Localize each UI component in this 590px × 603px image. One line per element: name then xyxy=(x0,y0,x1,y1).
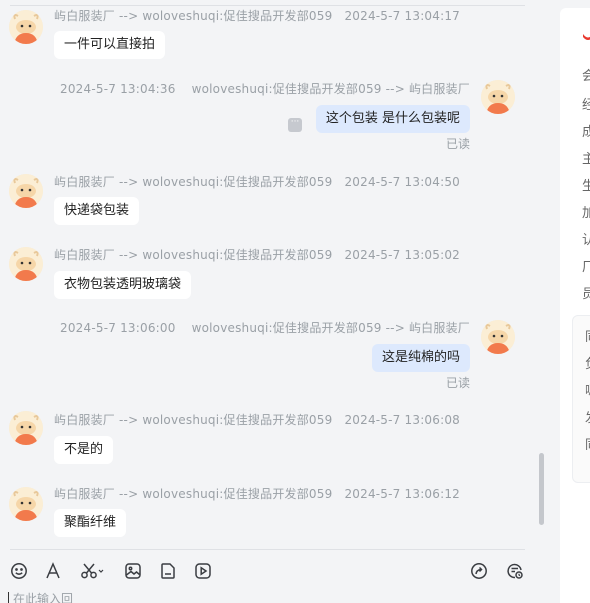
chat-pane: 屿白服装厂 --> woloveshuqi:促佳搜品开发部059 2024-5-7… xyxy=(0,0,546,603)
avatar[interactable] xyxy=(9,174,43,208)
avatar[interactable] xyxy=(9,247,43,281)
panel-card-item: 同 xyxy=(585,434,590,453)
avatar[interactable] xyxy=(9,10,43,44)
image-icon[interactable] xyxy=(123,561,143,581)
message-meta: 屿白服装厂 --> woloveshuqi:促佳搜品开发部059 2024-5-7… xyxy=(54,9,461,23)
panel-item: 厂 xyxy=(582,260,590,275)
panel-item: 生 xyxy=(582,179,590,194)
share-icon[interactable] xyxy=(469,561,489,581)
message-bubble[interactable]: 这个包装 是什么包装呢 xyxy=(315,105,470,133)
panel-card-item: 嗯 xyxy=(585,380,590,399)
scrollbar-thumb[interactable] xyxy=(539,453,544,525)
font-icon[interactable] xyxy=(43,561,63,581)
message-input[interactable]: 在此输入回 xyxy=(8,592,528,603)
panel-item: 成 xyxy=(582,125,590,140)
message-bubble[interactable]: 聚酯纤维 xyxy=(54,509,127,537)
avatar[interactable] xyxy=(9,487,43,521)
avatar[interactable] xyxy=(9,411,43,445)
panel-item: 主 xyxy=(582,152,590,167)
message-bubble[interactable]: 这是纯棉的吗 xyxy=(371,344,470,372)
read-status: 已读 xyxy=(445,137,470,151)
right-info-panel: 会 经 成 主 生 加 认 厂 员 同 负 嗯 发 同 xyxy=(560,8,590,603)
input-divider xyxy=(10,549,525,550)
video-icon[interactable] xyxy=(193,561,213,581)
file-icon[interactable] xyxy=(158,561,178,581)
message-bubble[interactable]: 快递袋包装 xyxy=(54,197,140,225)
message-bubble[interactable]: 一件可以直接拍 xyxy=(54,31,166,59)
message-meta: 屿白服装厂 --> woloveshuqi:促佳搜品开发部059 2024-5-7… xyxy=(54,175,461,189)
emoji-icon[interactable] xyxy=(9,561,29,581)
panel-card-item: 同 xyxy=(585,326,590,345)
message-meta: 屿白服装厂 --> woloveshuqi:促佳搜品开发部059 2024-5-7… xyxy=(54,248,461,262)
more-icon[interactable]: ··· xyxy=(288,118,302,132)
message-meta: 2024-5-7 13:04:36 woloveshuqi:促佳搜品开发部059 … xyxy=(59,82,470,96)
brand-logo-icon xyxy=(582,28,590,40)
panel-card-item: 发 xyxy=(585,407,590,426)
panel-item: 加 xyxy=(582,206,590,221)
panel-item: 会 xyxy=(582,69,590,84)
panel-card-item: 负 xyxy=(585,353,590,372)
top-divider xyxy=(10,5,525,6)
panel-item: 员 xyxy=(582,287,590,302)
history-icon[interactable] xyxy=(505,561,525,581)
read-status: 已读 xyxy=(445,376,470,390)
message-meta: 2024-5-7 13:06:00 woloveshuqi:促佳搜品开发部059 … xyxy=(59,321,470,335)
message-bubble[interactable]: 衣物包装透明玻璃袋 xyxy=(54,271,192,299)
panel-item: 经 xyxy=(582,98,590,113)
avatar[interactable] xyxy=(481,80,515,114)
message-meta: 屿白服装厂 --> woloveshuqi:促佳搜品开发部059 2024-5-7… xyxy=(54,413,461,427)
message-meta: 屿白服装厂 --> woloveshuqi:促佳搜品开发部059 2024-5-7… xyxy=(54,487,461,501)
scissors-icon[interactable] xyxy=(78,561,106,581)
avatar[interactable] xyxy=(481,320,515,354)
panel-card: 同 负 嗯 发 同 xyxy=(572,315,590,483)
message-bubble[interactable]: 不是的 xyxy=(54,436,114,464)
panel-item: 认 xyxy=(582,233,590,248)
